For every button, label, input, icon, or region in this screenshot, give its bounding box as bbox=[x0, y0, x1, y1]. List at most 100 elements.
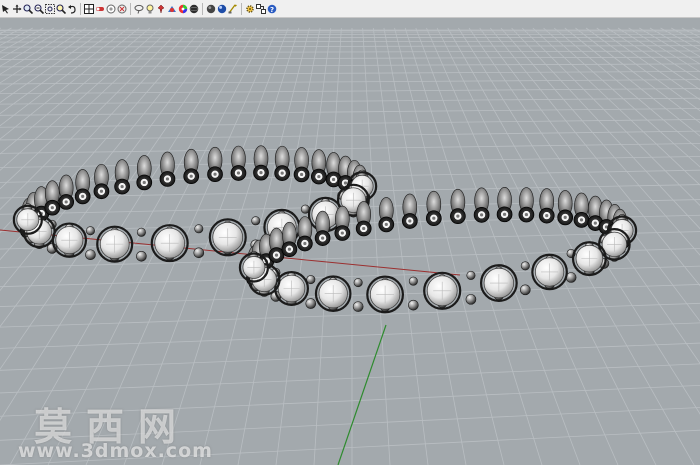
metal-bead bbox=[305, 298, 317, 309]
metal-bead bbox=[85, 249, 96, 261]
grid-line bbox=[415, 27, 581, 465]
metal-bead bbox=[251, 216, 261, 226]
toolbar-layout-icon bbox=[256, 3, 266, 14]
gem-facet bbox=[340, 231, 344, 235]
gem-facet bbox=[408, 219, 412, 223]
metal-bead bbox=[408, 299, 419, 311]
gem-facet bbox=[317, 174, 321, 179]
gem-facet bbox=[120, 184, 124, 189]
toggle-osnap-icon bbox=[96, 6, 104, 11]
metal-bead bbox=[136, 227, 146, 237]
grid-line bbox=[394, 27, 505, 465]
zoom-dynamic-button[interactable] bbox=[34, 2, 44, 16]
grid-line bbox=[447, 27, 695, 465]
gem-facet bbox=[99, 189, 104, 193]
gem-facet bbox=[165, 177, 170, 181]
zoom-extents-button[interactable] bbox=[45, 2, 55, 16]
four-viewports-button[interactable] bbox=[84, 2, 94, 16]
gem-facet bbox=[321, 236, 325, 240]
cancel-view-icon bbox=[117, 4, 127, 13]
zoom-window-button[interactable] bbox=[23, 2, 33, 16]
shaded-sphere-icon bbox=[206, 4, 216, 13]
material-palette-button[interactable] bbox=[167, 2, 177, 16]
cancel-view-button[interactable] bbox=[117, 2, 127, 16]
wireframe-sphere-icon bbox=[189, 4, 199, 13]
metal-bead bbox=[520, 261, 530, 271]
gem-facet bbox=[236, 171, 241, 175]
gem-facet bbox=[142, 180, 146, 185]
undo-view-button[interactable] bbox=[67, 2, 77, 16]
zoom-dynamic-icon bbox=[34, 3, 44, 14]
pin-icon bbox=[157, 4, 165, 13]
help-button[interactable]: ? bbox=[267, 2, 277, 16]
svg-text:?: ? bbox=[270, 6, 274, 14]
viewport-canvas[interactable] bbox=[0, 18, 700, 465]
gem-facet bbox=[213, 172, 217, 176]
pin-button[interactable] bbox=[156, 2, 166, 16]
grid-line bbox=[0, 40, 700, 43]
render-sphere-icon bbox=[217, 4, 227, 13]
pan-arrow-icon bbox=[2, 4, 9, 13]
dimension-button[interactable] bbox=[228, 2, 238, 16]
pan-arrow-button[interactable] bbox=[1, 2, 11, 16]
zoom-selected-icon bbox=[56, 3, 66, 14]
lasso-button[interactable] bbox=[134, 2, 144, 16]
gem-facet bbox=[563, 215, 567, 219]
gem-facet bbox=[287, 247, 292, 251]
color-wheel-icon bbox=[178, 4, 188, 13]
gem-facet bbox=[343, 181, 348, 185]
toggle-osnap-button[interactable] bbox=[95, 2, 105, 16]
toolbar-separator bbox=[80, 2, 81, 15]
metal-bead bbox=[520, 284, 531, 296]
metal-bead bbox=[85, 226, 95, 236]
grid-line bbox=[692, 27, 700, 33]
grid-line bbox=[0, 363, 700, 394]
gem-facet bbox=[303, 241, 307, 246]
toolbar-layout-button[interactable] bbox=[256, 2, 266, 16]
gem-facet bbox=[259, 171, 263, 175]
gem-facet bbox=[189, 174, 193, 178]
zoom-selected-button[interactable] bbox=[56, 2, 66, 16]
grid-line bbox=[628, 27, 700, 73]
wireframe-sphere-button[interactable] bbox=[189, 2, 199, 16]
gem-facet bbox=[384, 222, 388, 227]
zoom-window-icon bbox=[23, 3, 33, 14]
zoom-extents-icon bbox=[45, 3, 55, 14]
metal-bead bbox=[352, 301, 364, 312]
color-wheel-button[interactable] bbox=[178, 2, 188, 16]
shaded-sphere-button[interactable] bbox=[206, 2, 216, 16]
gem-facet bbox=[524, 212, 529, 217]
grid-line bbox=[0, 322, 700, 349]
rotate-view-button[interactable] bbox=[12, 2, 22, 16]
metal-bead bbox=[465, 294, 477, 305]
undo-view-icon bbox=[68, 4, 76, 14]
gem-facet bbox=[545, 214, 549, 218]
gem-facet bbox=[456, 214, 460, 218]
lightbulb-icon bbox=[146, 4, 154, 13]
perspective-viewport[interactable] bbox=[0, 18, 700, 465]
four-viewports-icon bbox=[84, 3, 94, 14]
gem-facet bbox=[274, 253, 279, 257]
toolbar-separator bbox=[202, 2, 203, 15]
gem-facet bbox=[479, 213, 484, 217]
render-sphere-button[interactable] bbox=[217, 2, 227, 16]
grid-line bbox=[0, 302, 700, 328]
circle-object-button[interactable] bbox=[106, 2, 116, 16]
toolbar: ? bbox=[0, 0, 700, 18]
rotate-view-icon bbox=[13, 4, 22, 13]
help-icon: ? bbox=[267, 4, 277, 14]
gem-facet bbox=[81, 194, 85, 199]
gem-facet bbox=[64, 200, 68, 204]
metal-bead bbox=[466, 270, 476, 280]
metal-bead bbox=[353, 278, 363, 288]
grid-line bbox=[0, 108, 700, 116]
grid-line bbox=[0, 79, 700, 85]
grid-line bbox=[313, 27, 342, 465]
dimension-icon bbox=[228, 4, 237, 13]
gem-facet bbox=[299, 172, 304, 177]
options-gear-button[interactable] bbox=[245, 2, 255, 16]
grid-line bbox=[0, 56, 700, 60]
gem-facet bbox=[50, 206, 54, 210]
lightbulb-button[interactable] bbox=[145, 2, 155, 16]
gem-facet bbox=[593, 221, 597, 225]
